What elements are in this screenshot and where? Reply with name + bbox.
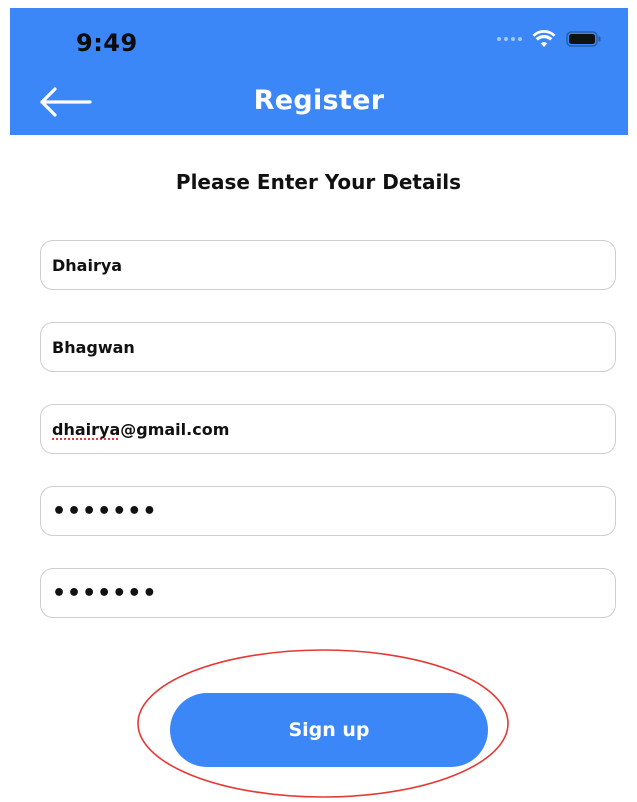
page-title: Register [253, 85, 385, 116]
email-value-domain: @gmail.com [120, 419, 230, 439]
status-time: 9:49 [76, 29, 138, 57]
cellular-icon [497, 37, 522, 41]
last-name-value: Bhagwan [52, 337, 135, 357]
password-field[interactable]: ••••••• [40, 486, 616, 536]
app-bar: 9:49 Register [10, 8, 628, 135]
email-field[interactable]: dhairya @gmail.com [40, 404, 616, 454]
signup-button-label: Sign up [288, 719, 370, 741]
first-name-value: Dhairya [52, 255, 123, 275]
register-screen: 9:49 Register Please Enter Your Details … [0, 0, 637, 802]
email-value-misspelled: dhairya [52, 419, 121, 439]
wifi-icon [532, 30, 556, 47]
signup-button[interactable]: Sign up [170, 693, 488, 767]
form-heading: Please Enter Your Details [175, 170, 462, 194]
status-icons [497, 30, 602, 48]
confirm-password-field[interactable]: ••••••• [40, 568, 616, 618]
confirm-password-value: ••••••• [52, 580, 158, 606]
first-name-field[interactable]: Dhairya [40, 240, 616, 290]
password-value: ••••••• [52, 498, 158, 524]
battery-icon [566, 31, 601, 47]
last-name-field[interactable]: Bhagwan [40, 322, 616, 372]
